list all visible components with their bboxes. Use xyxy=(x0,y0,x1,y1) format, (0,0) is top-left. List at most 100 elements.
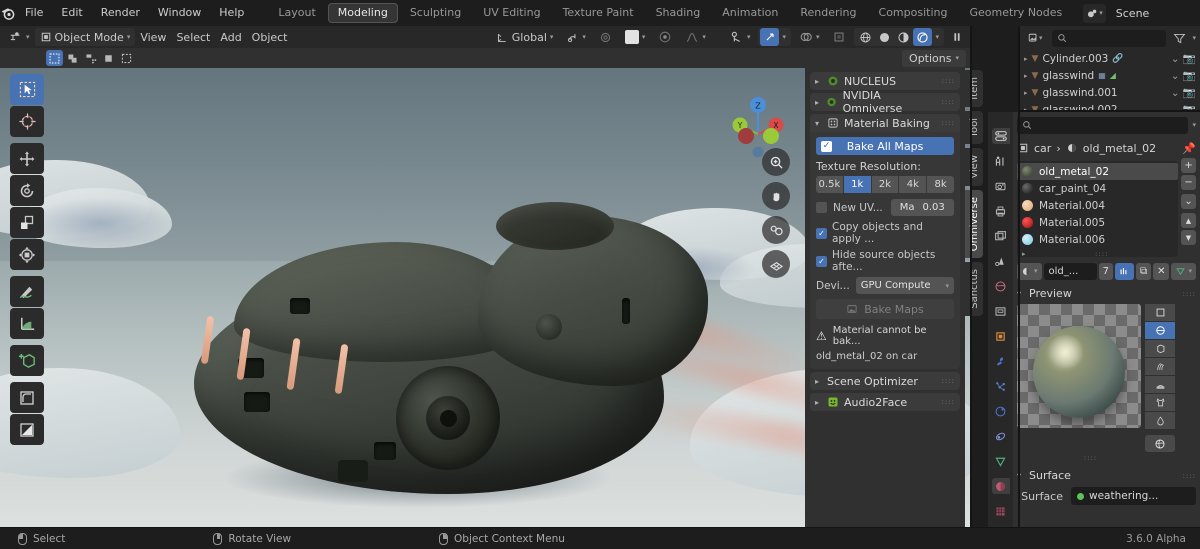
tab-modeling[interactable]: Modeling xyxy=(327,3,398,23)
margin-field[interactable]: Ma 0.03 xyxy=(890,199,954,216)
overlays-toggle[interactable]: ▾ xyxy=(794,28,825,46)
move-slot-up-button[interactable]: ▲ xyxy=(1181,213,1196,228)
snap-target-toggle[interactable] xyxy=(653,28,677,46)
material-name-field[interactable]: old_... xyxy=(1043,262,1097,280)
tab-animation[interactable]: Animation xyxy=(712,3,788,23)
navigation-gizmo[interactable]: Z Y X xyxy=(724,90,792,158)
tab-rendering[interactable]: Rendering xyxy=(790,3,866,23)
pin-icon[interactable]: 📌 xyxy=(1182,142,1196,155)
hide-source-checkbox[interactable] xyxy=(816,255,827,267)
pan-icon[interactable] xyxy=(762,182,790,210)
panel-header-material-baking[interactable]: ▾ Material Baking :::: xyxy=(810,114,960,132)
surface-shader-field[interactable]: weathering... xyxy=(1071,487,1196,505)
annotate-tool-button[interactable] xyxy=(10,276,44,307)
measure-tool-button[interactable] xyxy=(10,308,44,339)
material-slot-row[interactable]: old_metal_02 xyxy=(1017,163,1178,180)
ntab-view[interactable]: View xyxy=(965,148,983,186)
bake-maps-button[interactable]: Bake Maps xyxy=(816,299,954,319)
visibility-toggle[interactable]: ▾ xyxy=(725,28,756,46)
scene-browse-icon[interactable]: ▾ xyxy=(1083,3,1106,23)
expand-icon[interactable]: ▸ xyxy=(1024,55,1028,63)
preview-shape-fluid[interactable] xyxy=(1145,412,1175,429)
shading-solid[interactable] xyxy=(875,28,894,46)
resolution-4k[interactable]: 4k xyxy=(899,176,927,193)
viewport-menu-view[interactable]: View xyxy=(135,28,171,46)
panel-header-omniverse[interactable]: ▸ NVIDIA Omniverse :::: xyxy=(810,89,960,115)
world-tab[interactable] xyxy=(992,278,1010,294)
pause-icon[interactable] xyxy=(947,28,966,46)
resolution-8k[interactable]: 8k xyxy=(927,176,954,193)
properties-search-input[interactable] xyxy=(1017,116,1189,134)
chevron-down-icon[interactable]: ▾ xyxy=(1192,34,1196,42)
preview-shape-hair[interactable] xyxy=(1145,358,1175,375)
preview-shape-plane[interactable] xyxy=(1145,304,1175,321)
filter-icon[interactable] xyxy=(1170,29,1188,48)
menu-edit[interactable]: Edit xyxy=(52,0,91,26)
select-box-button[interactable] xyxy=(64,50,81,66)
unlink-material-icon[interactable]: ✕ xyxy=(1153,262,1170,280)
blender-logo-icon[interactable] xyxy=(0,0,16,26)
fake-user-icon[interactable] xyxy=(1114,262,1134,280)
move-tool-button[interactable] xyxy=(10,143,44,174)
object-tab[interactable] xyxy=(992,328,1010,344)
chevron-down-icon[interactable]: ▾ xyxy=(779,33,789,41)
expand-icon[interactable]: ▸ xyxy=(1022,250,1026,258)
proportional-falloff-selector[interactable]: ▾ xyxy=(620,28,651,46)
resolution-2k[interactable]: 2k xyxy=(871,176,899,193)
shear-tool-button[interactable] xyxy=(10,382,44,413)
copy-objects-checkbox[interactable] xyxy=(816,227,827,239)
material-slot-list[interactable]: old_metal_02 car_paint_04 Material.004 M… xyxy=(1017,161,1178,258)
constraints-tab[interactable] xyxy=(992,428,1010,444)
preview-section-header[interactable]: ▾ Preview :::: xyxy=(1017,287,1196,300)
preview-shape-cube[interactable] xyxy=(1145,340,1175,357)
shading-material-preview[interactable] xyxy=(894,28,913,46)
material-slot-row[interactable]: Material.004 xyxy=(1017,197,1178,214)
printer-tab[interactable] xyxy=(992,203,1010,219)
preview-shape-cloth[interactable] xyxy=(1145,394,1175,411)
shading-wireframe[interactable] xyxy=(856,28,875,46)
modifier-tab[interactable] xyxy=(992,353,1010,369)
editor-divider[interactable] xyxy=(1020,110,1200,112)
outliner-row[interactable]: ▸ ▼ glasswind.002 ⌄ 📷 xyxy=(1020,101,1200,111)
outliner-row[interactable]: ▸ ▼ glasswind.001 ⌄ 📷 xyxy=(1020,84,1200,101)
ntab-tool[interactable]: Tool xyxy=(965,110,983,145)
menu-help[interactable]: Help xyxy=(210,0,253,26)
tab-shading[interactable]: Shading xyxy=(646,3,711,23)
output-tab[interactable] xyxy=(992,178,1010,194)
material-slot-row[interactable]: Material.006 xyxy=(1017,231,1178,248)
to-sphere-tool-button[interactable] xyxy=(10,414,44,445)
expand-icon[interactable]: ▸ xyxy=(1024,89,1028,97)
physics-tab[interactable] xyxy=(992,403,1010,419)
viewport-menu-add[interactable]: Add xyxy=(215,28,246,46)
scene-name-field[interactable]: Scene xyxy=(1107,3,1200,23)
material-slot-row[interactable]: Material.005 xyxy=(1017,214,1178,231)
panel-header-audio2face[interactable]: ▸ Audio2Face :::: xyxy=(810,393,960,411)
menu-file[interactable]: File xyxy=(16,0,52,26)
chevron-down-icon[interactable]: ▾ xyxy=(1192,121,1196,129)
rotate-tool-button[interactable] xyxy=(10,175,44,206)
tab-layout[interactable]: Layout xyxy=(268,3,325,23)
zoom-icon[interactable] xyxy=(762,148,790,176)
select-extra-button[interactable] xyxy=(118,50,135,66)
preview-world-icon[interactable] xyxy=(1145,435,1175,452)
viewlayer-tab[interactable] xyxy=(992,228,1010,244)
shading-rendered[interactable] xyxy=(913,28,933,46)
transform-orientation-selector[interactable]: Global ▾ xyxy=(491,28,559,46)
panel-header-nucleus[interactable]: ▸ NUCLEUS :::: xyxy=(810,72,960,90)
material-browse-icon[interactable]: ▾ xyxy=(1017,262,1042,280)
new-uv-checkbox[interactable] xyxy=(816,202,827,213)
device-dropdown[interactable]: GPU Compute ▾ xyxy=(855,277,954,294)
material-users-count[interactable]: 7 xyxy=(1098,262,1113,280)
resolution-0.5k[interactable]: 0.5k xyxy=(816,176,843,193)
grid-icon[interactable] xyxy=(762,250,790,278)
preview-shape-sphere[interactable] xyxy=(1145,322,1175,339)
tab-texture-paint[interactable]: Texture Paint xyxy=(553,3,644,23)
material-tab[interactable] xyxy=(991,478,1010,494)
breadcrumb-material[interactable]: old_metal_02 xyxy=(1083,142,1156,155)
proportional-editing-toggle[interactable] xyxy=(594,28,617,46)
snapping-toggle[interactable]: ▾ xyxy=(561,28,591,46)
tab-sculpting[interactable]: Sculpting xyxy=(400,3,471,23)
menu-window[interactable]: Window xyxy=(149,0,210,26)
editor-divider[interactable] xyxy=(1018,26,1020,528)
outliner-row[interactable]: ▸ ▼ glasswind ▦ ◢ ⌄ 📷 xyxy=(1020,67,1200,84)
